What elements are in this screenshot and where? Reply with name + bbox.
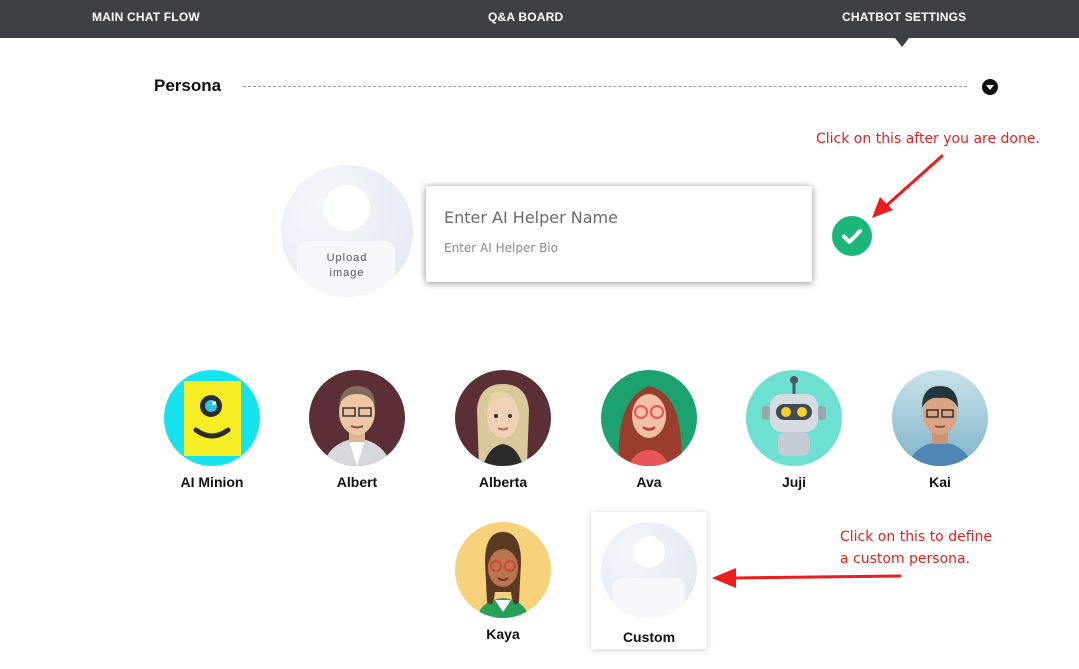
persona-name: Kaya — [486, 626, 520, 642]
tab-qa-board[interactable]: Q&A BOARD — [488, 10, 563, 24]
albert-avatar-icon — [309, 370, 405, 466]
ava-avatar-icon — [601, 370, 697, 466]
persona-name: Alberta — [478, 474, 528, 490]
kaya-avatar-icon — [455, 522, 551, 618]
annotation-arrow-icon — [872, 154, 944, 218]
juji-robot-avatar-icon — [746, 370, 842, 466]
persona-kai[interactable]: Kai — [884, 370, 996, 490]
helper-details-card — [426, 186, 812, 282]
section-title: Persona — [154, 76, 222, 95]
section-divider — [243, 86, 967, 87]
placeholder-head-icon — [324, 185, 370, 231]
persona-kaya[interactable]: Kaya — [447, 522, 559, 642]
annotation-custom: Click on this to define a custom persona… — [840, 526, 992, 570]
upload-image-label: Upload image — [326, 252, 368, 279]
persona-alberta[interactable]: Alberta — [447, 370, 559, 490]
persona-name: Juji — [781, 474, 807, 490]
helper-bio-input[interactable] — [444, 241, 784, 255]
annotation-arrow-icon — [712, 568, 902, 588]
collapse-section-button[interactable] — [982, 79, 998, 95]
persona-name: Ava — [636, 474, 662, 490]
persona-name: Kai — [929, 474, 951, 490]
helper-name-input[interactable] — [444, 208, 784, 227]
upload-image-button[interactable]: Upload image — [281, 165, 413, 297]
alberta-avatar-icon — [455, 370, 551, 466]
custom-placeholder-avatar-icon — [601, 522, 697, 618]
top-navigation: MAIN CHAT FLOW Q&A BOARD CHATBOT SETTING… — [0, 0, 1079, 47]
persona-ai-minion[interactable]: AI Minion — [156, 370, 268, 490]
persona-juji[interactable]: Juji — [738, 370, 850, 490]
minion-avatar-icon — [164, 370, 260, 466]
persona-ava[interactable]: Ava — [593, 370, 705, 490]
kai-avatar-icon — [892, 370, 988, 466]
persona-name: AI Minion — [180, 474, 244, 490]
annotation-custom-line1: Click on this to define — [840, 529, 993, 545]
active-tab-indicator — [895, 38, 909, 47]
tab-main-chat-flow[interactable]: MAIN CHAT FLOW — [92, 10, 200, 24]
persona-name: Albert — [336, 474, 378, 490]
annotation-done: Click on this after you are done. — [816, 131, 1040, 147]
persona-custom[interactable]: Custom — [591, 512, 707, 649]
persona-albert[interactable]: Albert — [301, 370, 413, 490]
tab-chatbot-settings[interactable]: CHATBOT SETTINGS — [842, 10, 966, 24]
persona-name: Custom — [622, 629, 676, 645]
